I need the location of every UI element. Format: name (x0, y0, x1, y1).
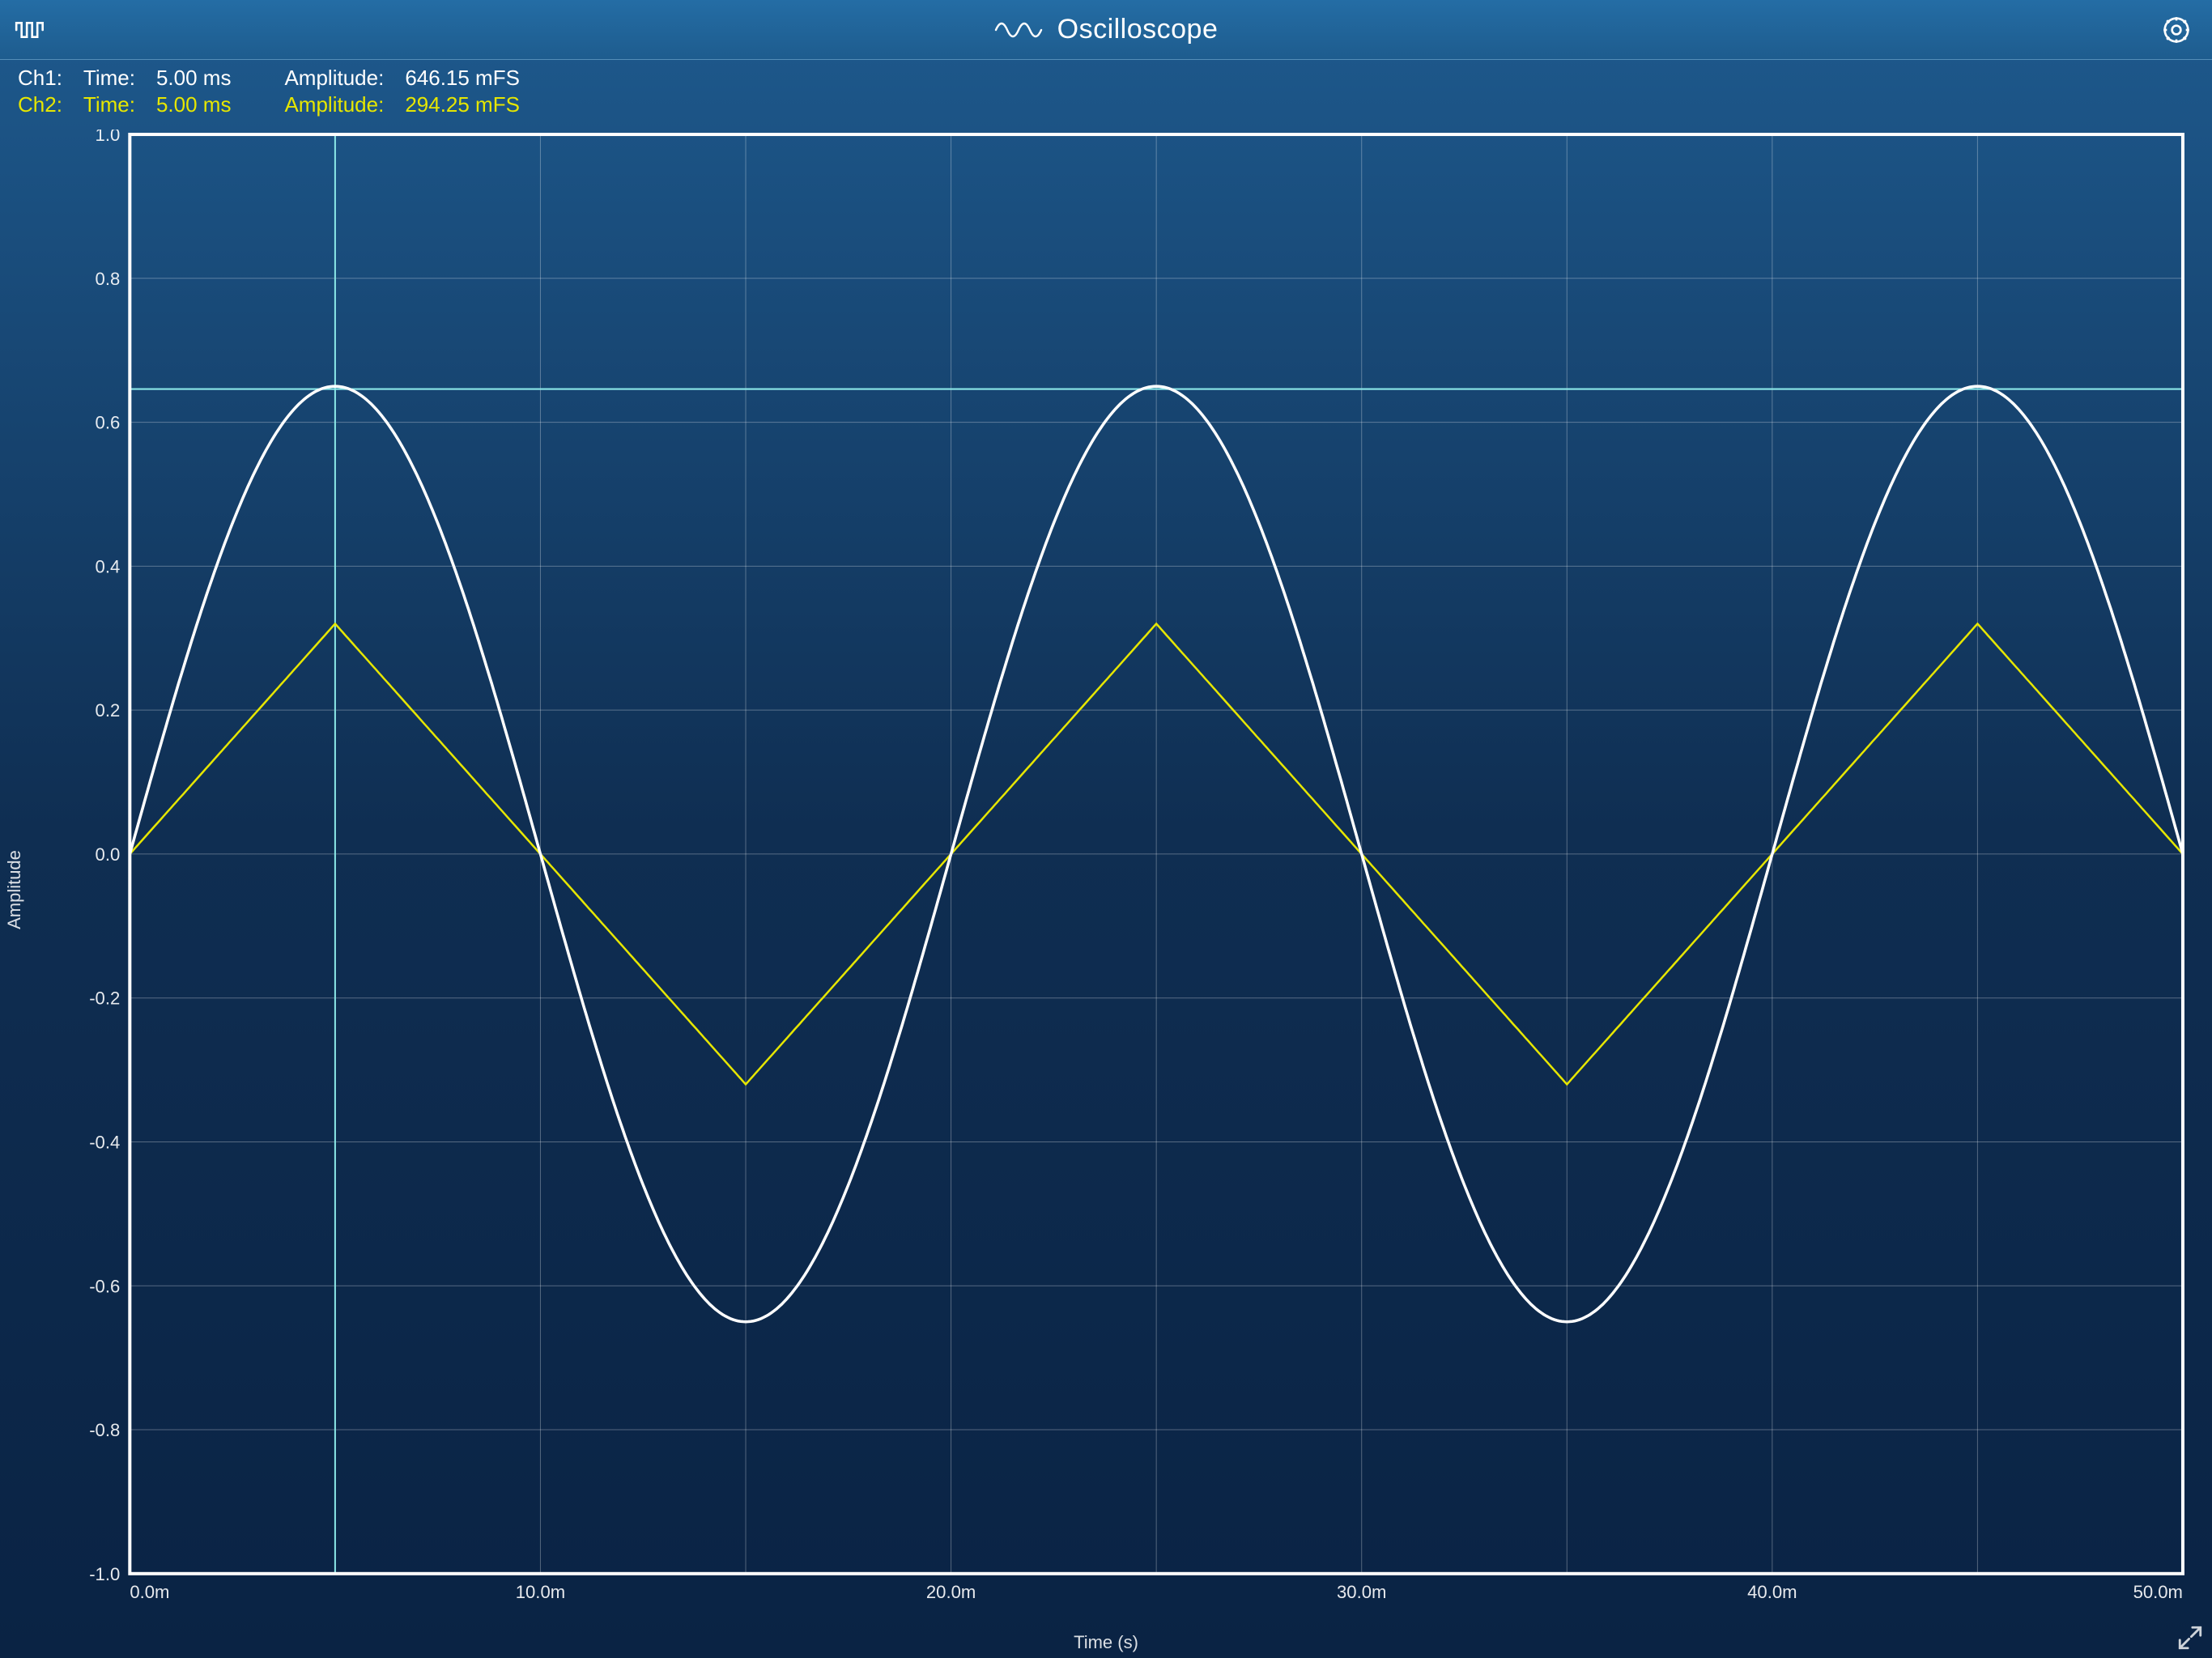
y-tick-label: 0.8 (96, 269, 121, 289)
y-tick-label: -0.4 (89, 1133, 120, 1153)
oscilloscope-icon (994, 20, 1043, 40)
ch2-time-label: Time: (83, 91, 135, 118)
titlebar: Oscilloscope (0, 0, 2212, 60)
ch2-amp-value: 294.25 mFS (405, 91, 520, 118)
plot-area[interactable]: Amplitude Time (s) -1.0 -0.8 -0.6 -0.4 -0.2 0… (0, 121, 2212, 1658)
ch2-amp-label: Amplitude: (284, 91, 384, 118)
oscilloscope-plot[interactable]: -1.0 -0.8 -0.6 -0.4 -0.2 0.0 0.2 0.4 0.6 0.8 1.0 0.… (73, 130, 2188, 1609)
ch2-readout: Ch2: Time: 5.00 ms Amplitude: 294.25 mFS (18, 91, 2194, 118)
ch1-amp-value: 646.15 mFS (405, 65, 520, 91)
waveform-generator-icon[interactable] (15, 9, 57, 51)
expand-icon[interactable] (2176, 1624, 2204, 1652)
y-tick-label: 1.0 (96, 130, 121, 145)
y-tick-label: 0.6 (96, 413, 121, 433)
channel-readouts: Ch1: Time: 5.00 ms Amplitude: 646.15 mFS… (0, 60, 2212, 121)
y-tick-label: 0.4 (96, 556, 121, 576)
ch2-time-value: 5.00 ms (156, 91, 232, 118)
app-title: Oscilloscope (1057, 14, 1219, 45)
ch2-label: Ch2: (18, 91, 62, 118)
ch1-label: Ch1: (18, 65, 62, 91)
x-tick-label: 20.0m (926, 1582, 976, 1602)
y-tick-label: -0.2 (89, 988, 120, 1009)
ch1-readout: Ch1: Time: 5.00 ms Amplitude: 646.15 mFS (18, 65, 2194, 91)
x-tick-label: 0.0m (130, 1582, 169, 1602)
y-tick-label: -0.6 (89, 1276, 120, 1296)
ch1-amp-label: Amplitude: (284, 65, 384, 91)
x-axis-label: Time (s) (1074, 1632, 1138, 1653)
settings-gear-icon[interactable] (2155, 9, 2197, 51)
x-tick-label: 40.0m (1747, 1582, 1797, 1602)
x-tick-label: 10.0m (516, 1582, 565, 1602)
y-tick-label: -0.8 (89, 1420, 120, 1440)
y-axis-label: Amplitude (4, 850, 25, 929)
y-tick-label: 0.0 (96, 844, 121, 865)
y-tick-label: -1.0 (89, 1564, 120, 1584)
ch1-time-label: Time: (83, 65, 135, 91)
y-tick-label: 0.2 (96, 700, 121, 721)
x-tick-label: 50.0m (2133, 1582, 2183, 1602)
ch1-time-value: 5.00 ms (156, 65, 232, 91)
x-tick-label: 30.0m (1337, 1582, 1386, 1602)
